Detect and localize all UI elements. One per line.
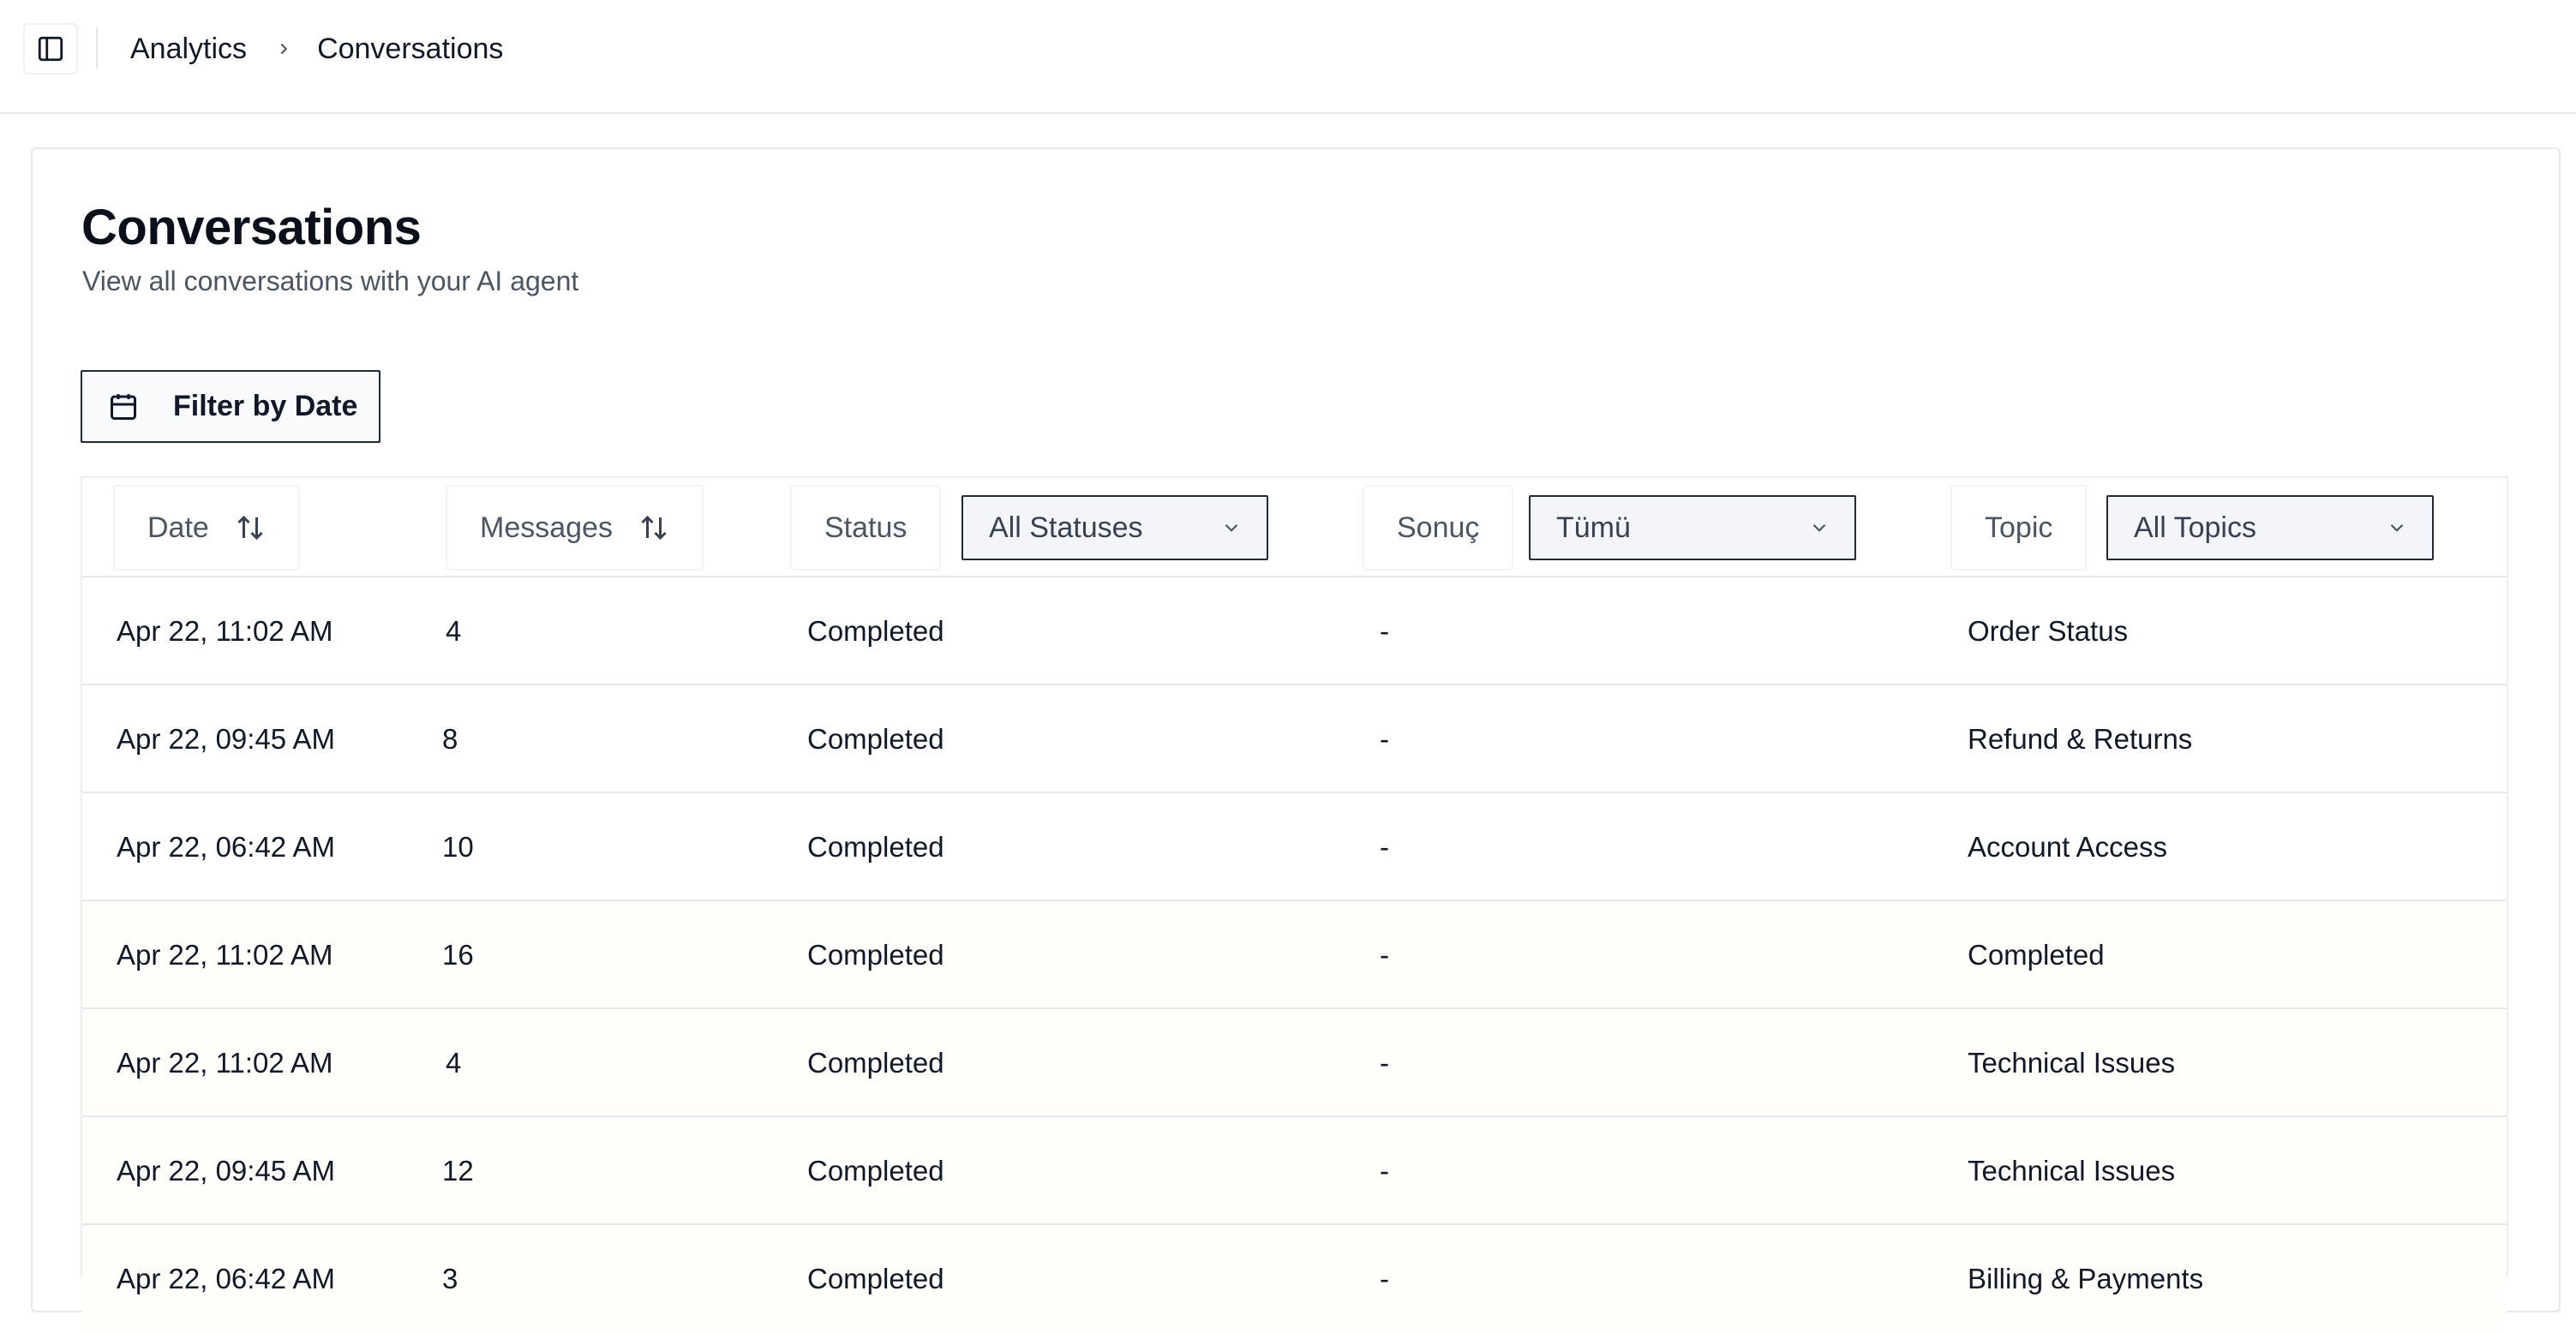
cell-result: - bbox=[1380, 723, 1389, 755]
cell-result: - bbox=[1380, 1263, 1389, 1294]
sort-by-messages-button[interactable]: Messages bbox=[446, 485, 704, 571]
cell-messages: 8 bbox=[442, 723, 458, 755]
column-label-result: Sonuç bbox=[1397, 511, 1480, 544]
table-row[interactable]: Apr 22, 11:02 AM 4 Completed - Order Sta… bbox=[82, 577, 2507, 685]
table-row[interactable]: Apr 22, 06:42 AM 3 Completed - Billing &… bbox=[82, 1225, 2507, 1333]
cell-result: - bbox=[1380, 1047, 1389, 1079]
conversations-table: Date Messages Status All Statuses Sonuç … bbox=[81, 476, 2508, 1333]
column-label-topic-box: Topic bbox=[1950, 485, 2088, 571]
chevron-down-icon bbox=[1812, 523, 1826, 532]
sort-arrows-icon bbox=[638, 512, 669, 543]
cell-topic: Technical Issues bbox=[1968, 1047, 2176, 1079]
cell-status: Completed bbox=[807, 831, 944, 863]
page-subtitle: View all conversations with your AI agen… bbox=[82, 266, 579, 296]
cell-messages: 16 bbox=[442, 939, 474, 971]
table-header: Date Messages Status All Statuses Sonuç … bbox=[82, 478, 2507, 577]
result-filter-select[interactable]: Tümü bbox=[1529, 495, 1856, 560]
column-label-status: Status bbox=[824, 511, 908, 544]
cell-status: Completed bbox=[807, 939, 944, 971]
breadcrumb: Analytics Conversations bbox=[130, 28, 503, 69]
table-row[interactable]: Apr 22, 06:42 AM 10 Completed - Account … bbox=[82, 793, 2507, 901]
cell-result: - bbox=[1380, 615, 1389, 647]
sidebar-toggle-button[interactable] bbox=[23, 23, 78, 75]
cell-date: Apr 22, 11:02 AM bbox=[117, 1047, 333, 1079]
cell-result: - bbox=[1380, 831, 1389, 863]
topic-filter-select[interactable]: All Topics bbox=[2106, 495, 2434, 560]
cell-topic: Billing & Payments bbox=[1968, 1263, 2204, 1294]
cell-topic: Refund & Returns bbox=[1968, 723, 2193, 755]
column-header-date: Date bbox=[113, 485, 300, 571]
cell-messages: 12 bbox=[442, 1155, 474, 1187]
cell-status: Completed bbox=[807, 1155, 944, 1187]
chevron-down-icon bbox=[2390, 523, 2404, 532]
cell-topic: Technical Issues bbox=[1968, 1155, 2176, 1187]
status-filter-select[interactable]: All Statuses bbox=[962, 495, 1268, 560]
table-row[interactable]: Apr 22, 11:02 AM 16 Completed - Complete… bbox=[82, 901, 2507, 1009]
cell-date: Apr 22, 06:42 AM bbox=[117, 831, 335, 863]
top-bar: Analytics Conversations bbox=[0, 0, 2576, 114]
table-row[interactable]: Apr 22, 09:45 AM 12 Completed - Technica… bbox=[82, 1117, 2507, 1225]
cell-topic: Account Access bbox=[1968, 831, 2167, 863]
cell-result: - bbox=[1380, 1155, 1389, 1187]
cell-messages: 10 bbox=[442, 831, 474, 863]
cell-date: Apr 22, 11:02 AM bbox=[117, 939, 333, 971]
column-header-status: Status bbox=[790, 485, 942, 571]
result-filter-value: Tümü bbox=[1556, 511, 1631, 544]
sort-by-date-button[interactable]: Date bbox=[113, 485, 300, 571]
cell-messages: 4 bbox=[446, 615, 462, 647]
column-header-result: Sonuç bbox=[1363, 485, 1514, 571]
cell-status: Completed bbox=[807, 1263, 944, 1294]
sidebar-panel-icon bbox=[38, 36, 63, 62]
breadcrumb-analytics-link[interactable]: Analytics bbox=[130, 33, 247, 66]
cell-date: Apr 22, 11:02 AM bbox=[117, 615, 333, 647]
filter-by-date-button[interactable]: Filter by Date bbox=[81, 370, 380, 443]
cell-result: - bbox=[1380, 939, 1389, 971]
column-header-topic: Topic bbox=[1950, 485, 2088, 571]
cell-topic: Completed bbox=[1968, 939, 2105, 971]
column-header-messages: Messages bbox=[446, 485, 704, 571]
column-label-topic: Topic bbox=[1985, 511, 2053, 544]
column-label-date: Date bbox=[147, 511, 209, 544]
page-title: Conversations bbox=[81, 200, 422, 255]
topbar-divider bbox=[96, 27, 98, 69]
filter-by-date-label: Filter by Date bbox=[173, 390, 358, 422]
status-filter-value: All Statuses bbox=[989, 511, 1143, 544]
cell-messages: 3 bbox=[442, 1263, 458, 1294]
topic-filter-value: All Topics bbox=[2134, 511, 2256, 544]
column-label-messages: Messages bbox=[480, 511, 613, 544]
table-row[interactable]: Apr 22, 11:02 AM 4 Completed - Technical… bbox=[82, 1009, 2507, 1117]
sort-arrows-icon bbox=[235, 512, 266, 543]
table-row[interactable]: Apr 22, 09:45 AM 8 Completed - Refund & … bbox=[82, 685, 2507, 793]
cell-topic: Order Status bbox=[1968, 615, 2129, 647]
chevron-down-icon bbox=[1225, 523, 1238, 532]
cell-date: Apr 22, 09:45 AM bbox=[117, 1155, 335, 1187]
cell-status: Completed bbox=[807, 1047, 944, 1079]
breadcrumb-current: Conversations bbox=[317, 32, 504, 65]
cell-status: Completed bbox=[807, 615, 944, 647]
cell-date: Apr 22, 09:45 AM bbox=[117, 723, 335, 755]
cell-messages: 4 bbox=[446, 1047, 462, 1079]
calendar-icon bbox=[108, 392, 139, 422]
cell-date: Apr 22, 06:42 AM bbox=[117, 1263, 335, 1294]
column-label-status-box: Status bbox=[790, 485, 942, 571]
cell-status: Completed bbox=[807, 723, 944, 755]
column-label-result-box: Sonuç bbox=[1363, 485, 1514, 571]
chevron-right-icon bbox=[274, 39, 293, 58]
